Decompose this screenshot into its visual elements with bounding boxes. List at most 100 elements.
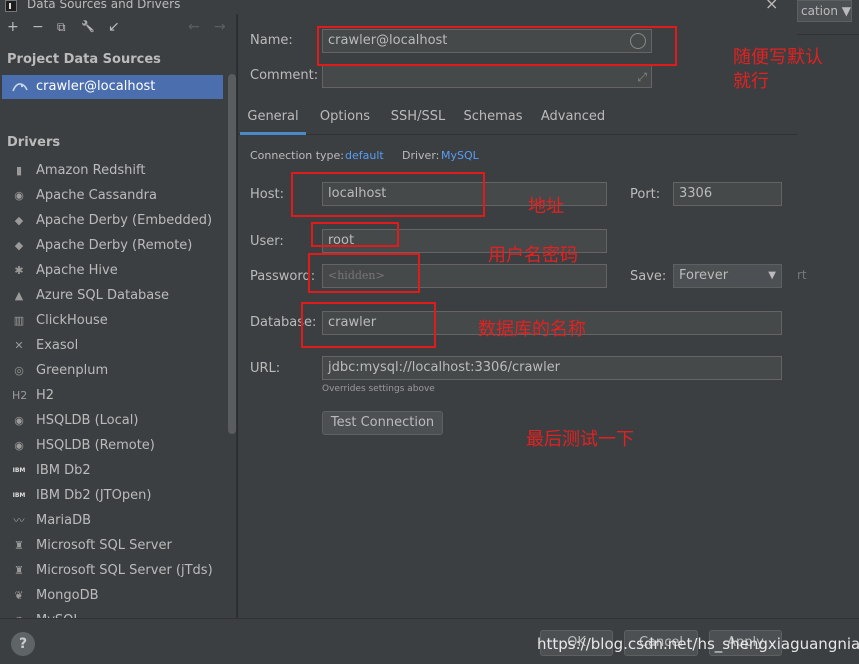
drivers-list: ▮ Amazon Redshift ◉ Apache Cassandra ◆ Apache… [0, 158, 226, 618]
expand-icon[interactable]: ⤢ [637, 66, 647, 87]
password-label: Password: [250, 269, 316, 284]
driver-icon: ◉ [14, 414, 24, 427]
annotation-database: 数据库的名称 [478, 319, 586, 340]
driver-item[interactable]: IBM IBM Db2 (JTOpen) [0, 483, 226, 508]
port-label: Port: [630, 187, 661, 202]
driver-item[interactable]: ✱ Apache Hive [0, 258, 226, 283]
tab-advanced[interactable]: Advanced [536, 103, 610, 135]
driver-item[interactable]: ◎ Greenplum [0, 358, 226, 383]
tab-ssh-ssl[interactable]: SSH/SSL [386, 103, 450, 135]
driver-label: Amazon Redshift [36, 163, 146, 178]
driver-icon: ✱ [14, 264, 24, 277]
driver-item[interactable]: IBM IBM Db2 [0, 458, 226, 483]
driver-label: HSQLDB (Local) [36, 413, 139, 428]
driver-item[interactable]: ◔MySQL [0, 608, 226, 618]
tab-bar: General Options SSH/SSL Schemas Advanced [238, 103, 797, 135]
save-value: Forever [679, 268, 729, 283]
background-text: rt [797, 268, 807, 282]
comment-label: Comment: [250, 68, 319, 83]
annotation-name: 随便写默认就行 [733, 47, 823, 92]
add-icon[interactable]: + [7, 20, 19, 34]
save-label: Save: [630, 269, 667, 284]
driver-item[interactable]: ◉ HSQLDB (Local) [0, 408, 226, 433]
driver-label: Apache Derby (Remote) [36, 238, 193, 253]
tab-options[interactable]: Options [314, 103, 376, 135]
comment-input[interactable]: ⤢ [322, 64, 652, 88]
watermark: https://blog.csdn.net/hs_shengxiaguangni… [537, 635, 859, 653]
import-icon[interactable]: ↙ [108, 20, 120, 34]
driver-label: Driver: [402, 149, 440, 162]
driver-icon: H2 [12, 389, 28, 402]
sidebar: + − ⧉ 🔧 ↙ ← → Project Data Sources crawl… [0, 14, 237, 618]
driver-icon: ▲ [14, 289, 24, 302]
wrench-icon[interactable]: 🔧 [81, 20, 95, 34]
driver-item[interactable]: ◉ HSQLDB (Remote) [0, 433, 226, 458]
driver-label: Microsoft SQL Server (jTds) [36, 563, 213, 578]
driver-icon: ◎ [14, 364, 24, 377]
driver-label: Azure SQL Database [36, 288, 170, 303]
duplicate-icon[interactable]: ⧉ [57, 20, 66, 34]
driver-icon: ◆ [14, 214, 24, 227]
user-highlight-box [311, 222, 399, 247]
driver-label: HSQLDB (Remote) [36, 438, 155, 453]
driver-label: Apache Hive [36, 263, 118, 278]
driver-icon: ◉ [14, 189, 24, 202]
driver-item[interactable]: H2 H2 [0, 383, 226, 408]
driver-icon: ▮ [15, 164, 23, 177]
data-source-item[interactable]: crawler@localhost [2, 75, 223, 99]
tab-schemas[interactable]: Schemas [460, 103, 526, 135]
driver-label: ClickHouse [36, 313, 108, 328]
driver-label: IBM Db2 (JTOpen) [36, 488, 152, 503]
url-label: URL: [250, 361, 281, 376]
driver-label: Exasol [36, 338, 79, 353]
driver-item[interactable]: 〰 MariaDB [0, 508, 226, 533]
password-highlight-box [308, 253, 420, 293]
host-label: Host: [250, 187, 284, 202]
tab-general[interactable]: General [240, 103, 306, 135]
annotation-test: 最后测试一下 [526, 429, 634, 450]
driver-label: Apache Derby (Embedded) [36, 213, 213, 228]
driver-item[interactable]: ✕ Exasol [0, 333, 226, 358]
driver-item[interactable]: ▲ Azure SQL Database [0, 283, 226, 308]
driver-label: Microsoft SQL Server [36, 538, 172, 553]
window-title: Data Sources and Drivers [27, 0, 181, 11]
driver-label: H2 [36, 388, 55, 403]
project-data-sources-heading: Project Data Sources [7, 52, 161, 67]
port-input[interactable]: 3306 [673, 182, 782, 206]
driver-item[interactable]: ◉ Apache Cassandra [0, 183, 226, 208]
user-label: User: [250, 234, 284, 249]
dialog-footer: ? OK Cancel Apply https://blog.csdn.net/… [0, 618, 859, 664]
driver-item[interactable]: ◆ Apache Derby (Embedded) [0, 208, 226, 233]
app-icon [5, 0, 17, 12]
driver-item[interactable]: ♜ Microsoft SQL Server (jTds) [0, 558, 226, 583]
annotation-host: 地址 [528, 196, 564, 217]
test-connection-button[interactable]: Test Connection [322, 411, 443, 435]
mysql-icon [12, 83, 28, 92]
chevron-down-icon: ▼ [768, 270, 776, 281]
close-icon[interactable]: × [765, 0, 778, 13]
driver-icon: IBM [12, 467, 26, 474]
connection-type-link[interactable]: default [345, 149, 384, 162]
driver-icon: ♜ [14, 539, 24, 552]
url-input[interactable]: jdbc:mysql://localhost:3306/crawler [322, 356, 782, 380]
driver-label: Greenplum [36, 363, 109, 378]
driver-item[interactable]: ▮ Amazon Redshift [0, 158, 226, 183]
back-icon[interactable]: ← [188, 20, 200, 34]
save-select[interactable]: Forever ▼ [673, 264, 782, 288]
driver-item[interactable]: ◆ Apache Derby (Remote) [0, 233, 226, 258]
remove-icon[interactable]: − [32, 20, 44, 34]
sidebar-scrollbar[interactable] [228, 74, 236, 434]
driver-item[interactable]: ▥ ClickHouse [0, 308, 226, 333]
driver-item[interactable]: ♜ Microsoft SQL Server [0, 533, 226, 558]
driver-icon: IBM [12, 492, 26, 499]
help-icon[interactable]: ? [11, 632, 35, 656]
forward-icon[interactable]: → [214, 20, 226, 34]
driver-label: MongoDB [36, 588, 99, 603]
driver-link[interactable]: MySQL [441, 149, 479, 162]
driver-icon: ◉ [14, 439, 24, 452]
driver-item[interactable]: ❦ MongoDB [0, 583, 226, 608]
title-bar: Data Sources and Drivers × [0, 0, 797, 14]
driver-icon: ◆ [14, 239, 24, 252]
annotation-credentials: 用户名密码 [488, 245, 578, 266]
name-highlight-box [317, 26, 677, 66]
